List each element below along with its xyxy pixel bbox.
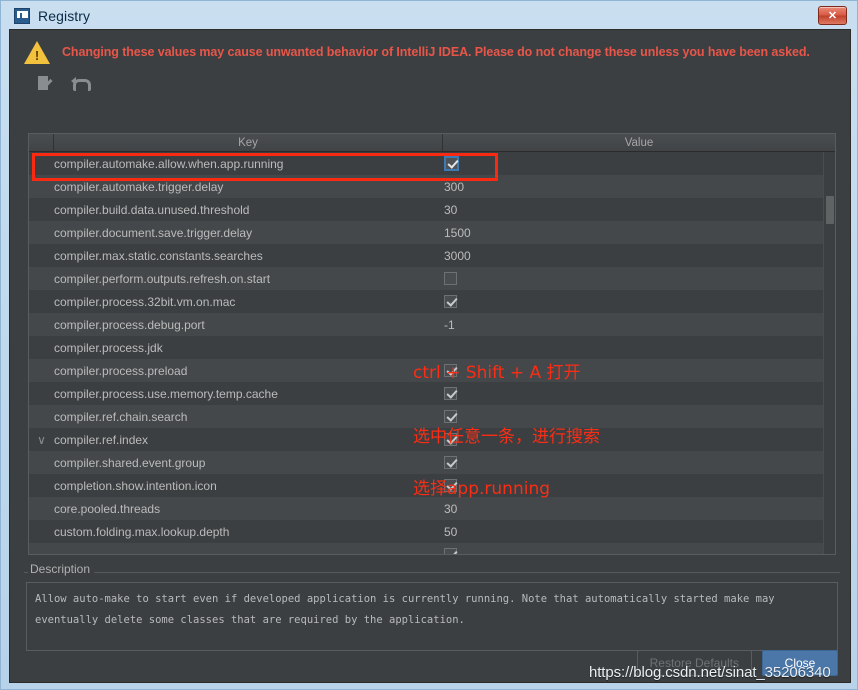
registry-value[interactable]: 50 — [443, 525, 835, 539]
registry-key: compiler.shared.event.group — [54, 455, 206, 470]
registry-table: Key Value compiler.automake.allow.when.a… — [28, 133, 836, 555]
value-text: 30 — [444, 501, 458, 516]
registry-key: compiler.perform.outputs.refresh.on.star… — [54, 271, 271, 286]
table-row[interactable]: compiler.perform.outputs.refresh.on.star… — [29, 267, 835, 290]
value-checkbox[interactable] — [444, 548, 457, 554]
annotation-search: 选中任意一条，进行搜索 — [413, 427, 600, 447]
registry-key: completion.show.intention.icon — [54, 478, 217, 493]
registry-value[interactable]: 300 — [443, 180, 835, 194]
value-checkbox[interactable] — [444, 272, 457, 285]
registry-key: custom.folding.max.lookup.depth — [54, 524, 230, 539]
registry-key: core.pooled.threads — [54, 501, 161, 516]
table-row[interactable]: compiler.automake.trigger.delay 300 — [29, 175, 835, 198]
table-row[interactable]: compiler.document.save.trigger.delay 1500 — [29, 221, 835, 244]
value-text: 3000 — [444, 248, 471, 263]
annotation-shortcut: ctrl + Shift + A 打开 — [413, 363, 581, 383]
registry-key: compiler.ref.chain.search — [54, 409, 188, 424]
title-bar: Registry ✕ — [8, 2, 850, 29]
registry-key: compiler.process.jdk — [54, 340, 163, 355]
table-row[interactable]: compiler.process.debug.port -1 — [29, 313, 835, 336]
registry-value[interactable] — [443, 295, 835, 308]
table-row[interactable]: compiler.process.32bit.vm.on.mac — [29, 290, 835, 313]
registry-value[interactable] — [443, 387, 835, 400]
table-row[interactable]: compiler.automake.allow.when.app.running — [29, 152, 835, 175]
registry-key: compiler.process.use.memory.temp.cache — [54, 386, 278, 401]
value-checkbox[interactable] — [444, 295, 457, 308]
registry-key: compiler.document.save.trigger.delay — [54, 225, 253, 240]
registry-value[interactable]: 30 — [443, 203, 835, 217]
revert-icon[interactable] — [70, 75, 91, 93]
table-row[interactable]: compiler.process.jdk — [29, 336, 835, 359]
edit-value-icon[interactable] — [36, 75, 54, 93]
table-scrollbar[interactable] — [823, 152, 835, 554]
row-marker: ∨ — [37, 432, 46, 447]
table-row[interactable] — [29, 543, 835, 554]
registry-toolbar — [10, 70, 850, 98]
table-row[interactable]: compiler.shared.event.group — [29, 451, 835, 474]
intellij-idea-icon — [14, 7, 30, 24]
warning-banner: Changing these values may cause unwanted… — [10, 30, 850, 70]
value-checkbox[interactable] — [444, 387, 457, 400]
registry-key: compiler.process.32bit.vm.on.mac — [54, 294, 236, 309]
close-window-button[interactable]: ✕ — [818, 6, 847, 25]
column-header-value[interactable]: Value — [443, 134, 835, 151]
warning-text: Changing these values may cause unwanted… — [62, 45, 810, 59]
value-checkbox[interactable] — [444, 456, 457, 469]
registry-key: compiler.process.preload — [54, 363, 188, 378]
value-text: 30 — [444, 202, 458, 217]
value-text: -1 — [444, 317, 455, 332]
registry-window: Registry ✕ Changing these values may cau… — [0, 0, 858, 690]
registry-key: compiler.max.static.constants.searches — [54, 248, 263, 263]
value-text: 300 — [444, 179, 465, 194]
registry-value[interactable] — [443, 548, 835, 554]
value-text: 50 — [444, 524, 458, 539]
table-row[interactable]: compiler.build.data.unused.threshold 30 — [29, 198, 835, 221]
value-checkbox[interactable] — [444, 156, 459, 171]
registry-dialog: Changing these values may cause unwanted… — [9, 29, 851, 683]
table-row[interactable]: compiler.process.use.memory.temp.cache — [29, 382, 835, 405]
table-header: Key Value — [29, 134, 835, 152]
table-row[interactable]: core.pooled.threads 30 — [29, 497, 835, 520]
value-text: 1500 — [444, 225, 471, 240]
registry-key: compiler.automake.trigger.delay — [54, 179, 224, 194]
warning-triangle-icon — [24, 40, 50, 64]
watermark: https://blog.csdn.net/sinat_35206340 — [589, 664, 831, 681]
table-body: compiler.automake.allow.when.app.running… — [29, 152, 835, 554]
registry-value[interactable]: 3000 — [443, 249, 835, 263]
registry-key: compiler.automake.allow.when.app.running — [54, 156, 284, 171]
registry-key: compiler.process.debug.port — [54, 317, 205, 332]
registry-value[interactable]: 30 — [443, 502, 835, 516]
table-row[interactable]: compiler.max.static.constants.searches 30… — [29, 244, 835, 267]
registry-value[interactable]: -1 — [443, 318, 835, 332]
annotation-select-key: 选择app.running — [413, 479, 551, 499]
registry-value[interactable] — [443, 272, 835, 285]
table-scrollbar-thumb[interactable] — [826, 196, 834, 224]
description-divider — [24, 572, 840, 573]
registry-key: compiler.ref.index — [54, 432, 149, 447]
registry-value[interactable]: 1500 — [443, 226, 835, 240]
registry-key: compiler.build.data.unused.threshold — [54, 202, 250, 217]
description-text: Allow auto-make to start even if develop… — [26, 582, 838, 651]
column-header-gutter[interactable] — [29, 134, 54, 151]
registry-value[interactable] — [443, 456, 835, 469]
registry-value[interactable] — [443, 156, 835, 171]
description-group: Description Allow auto-make to start eve… — [24, 562, 840, 652]
window-title: Registry — [38, 7, 91, 24]
column-header-key[interactable]: Key — [54, 134, 443, 151]
description-label: Description — [28, 562, 95, 576]
table-row[interactable]: custom.folding.max.lookup.depth 50 — [29, 520, 835, 543]
